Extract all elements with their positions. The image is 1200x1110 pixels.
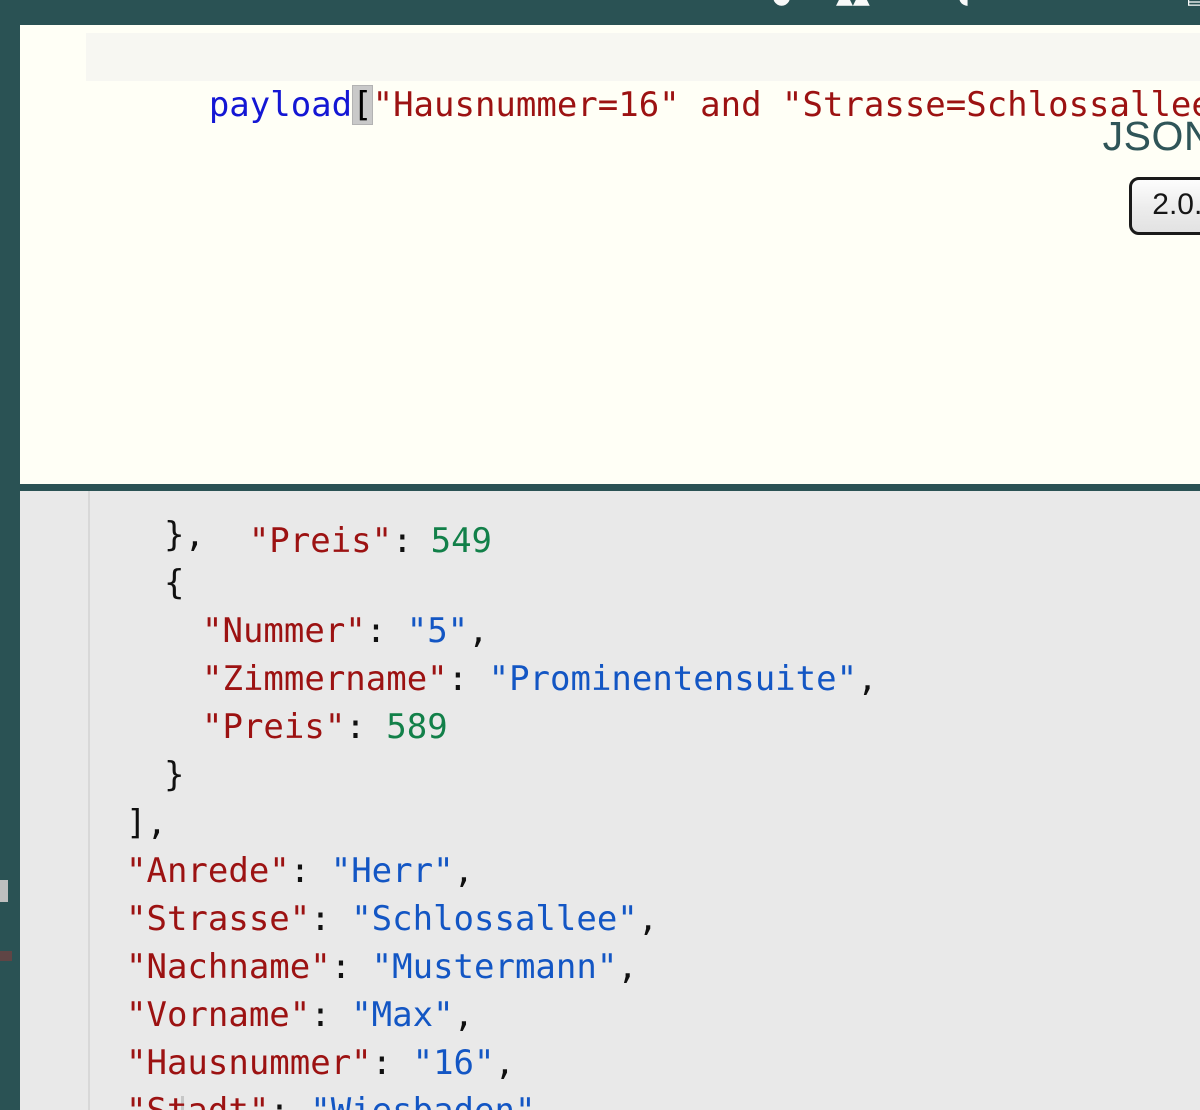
chart-waves-icon[interactable]: ▲▲ [836,0,870,8]
json-token-str: "Wiesbaden" [310,1091,535,1110]
json-token-punct: : [289,851,331,891]
json-token-str: "5" [406,611,469,651]
circle-icon[interactable]: ● [772,0,791,8]
format-label: JSON [1102,113,1200,159]
json-token-punct: : [310,899,352,939]
json-token-key: "Preis" [202,707,346,747]
quote-icon[interactable]: “ [1074,0,1085,12]
json-token-punct: , [637,899,659,939]
query-input[interactable]: payload["Hausnummer=16" and "Strasse=Sch… [86,33,1200,125]
toolbar: ● ▲▲ ◖ “ ▤ [0,0,1200,22]
json-token-punct: : [269,1091,310,1110]
json-token-punct: { [164,563,185,603]
json-token-str: "Max" [351,995,454,1035]
json-line: "Zimmername": "Prominentensuite", [20,655,1200,703]
json-line: ], [20,799,1200,847]
scrollbar-thumb[interactable] [0,880,8,902]
json-token-punct: , [453,995,475,1035]
json-token-punct: , [468,611,489,651]
json-result-panel: "Preis": 549 },{"Nummer": "5", "Zimmername… [14,491,1200,1110]
json-line: "Anrede": "Herr", [20,847,1200,895]
json-token-punct: : [365,611,407,651]
json-token-punct: , [453,851,475,891]
json-line: "Strasse": "Schlossallee", [20,895,1200,943]
json-token-key: "Zimmername" [202,659,448,699]
json-content[interactable]: },{"Nummer": "5", "Zimmername": "Prominen… [20,511,1200,1110]
json-token-key: "Nachname" [126,947,331,987]
json-line: { [20,559,1200,607]
json-token-punct: , [494,1043,515,1083]
json-token-key: "Vorname" [126,995,311,1035]
json-token-punct: , [857,659,878,699]
json-line: "Hausnummer": "16", [20,1039,1200,1087]
json-token-punct: : [345,707,387,747]
json-token-str: "Schlossallee" [351,899,638,939]
query-filter-string: "Hausnummer=16" and "Strasse=Schlossalle… [372,85,1200,125]
json-line: "Stadt": "Wiesbaden" [20,1087,1200,1110]
json-token-key: "Stadt" [126,1091,269,1110]
splitter-handle[interactable] [0,951,12,961]
json-token-key: "Strasse" [126,899,311,939]
json-line: "Nummer": "5", [20,607,1200,655]
document-icon[interactable]: ▤ [1186,0,1200,8]
json-token-punct: : [371,1043,413,1083]
json-token-punct: : [310,995,352,1035]
json-token-num: 589 [386,707,448,747]
query-variable: payload [208,85,353,125]
json-token-str: "Mustermann" [371,947,618,987]
json-token-punct: ], [126,803,167,843]
panel-divider[interactable] [14,484,1200,491]
json-token-key: "Nummer" [202,611,366,651]
json-token-key: "Anrede" [126,851,290,891]
json-line: }, [20,511,1200,559]
json-line: } [20,751,1200,799]
open-bracket: [ [352,85,373,125]
json-token-punct: : [330,947,372,987]
query-editor-panel: payload["Hausnummer=16" and "Strasse=Sch… [14,22,1200,484]
moon-icon[interactable]: ◖ [958,0,970,8]
json-token-punct: }, [164,515,205,555]
json-token-key: "Hausnummer" [126,1043,372,1083]
json-line: "Preis": 589 [20,703,1200,751]
json-token-str: "16" [412,1043,495,1083]
json-token-punct: , [617,947,638,987]
json-token-punct: : [447,659,489,699]
json-token-punct: } [164,755,185,795]
json-line: "Nachname": "Mustermann", [20,943,1200,991]
json-token-str: "Prominentensuite" [488,659,858,699]
version-badge-button[interactable]: 2.0.1 [1129,177,1200,235]
application-window: ● ▲▲ ◖ “ ▤ payload["Hausnummer=16" and "… [0,0,1200,1110]
json-line: "Vorname": "Max", [20,991,1200,1039]
json-token-str: "Herr" [330,851,454,891]
